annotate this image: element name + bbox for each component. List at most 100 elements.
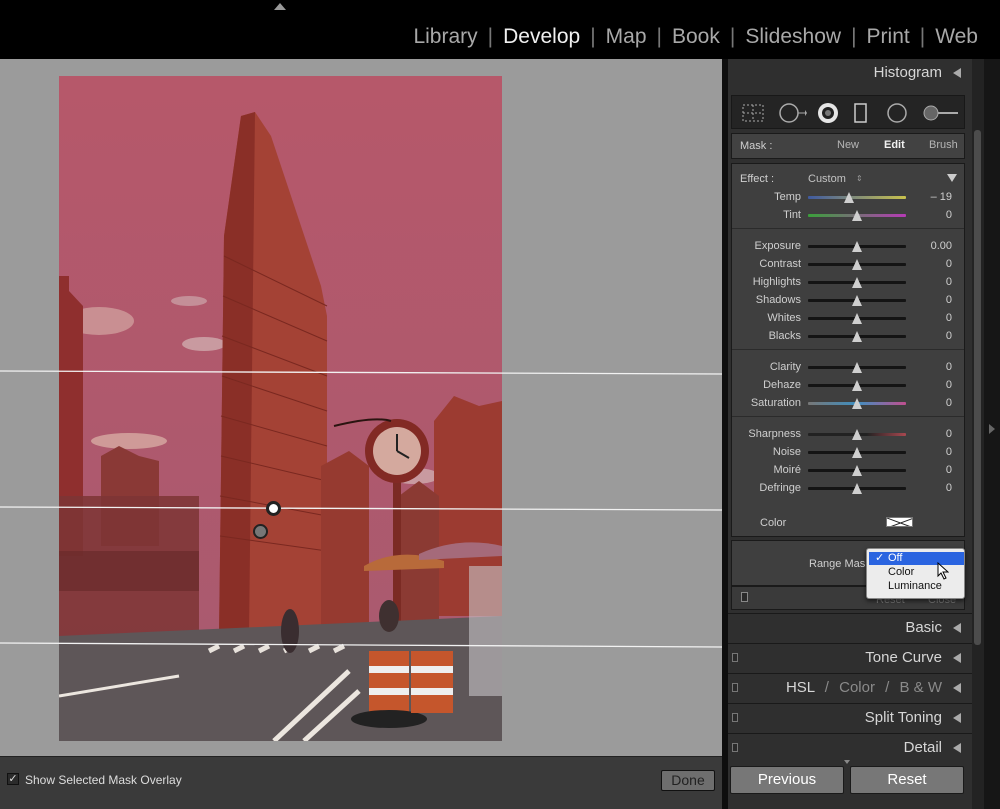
module-print[interactable]: Print [857, 25, 920, 49]
slider-tint[interactable]: Tint 0 [732, 209, 964, 223]
slider-saturation[interactable]: Saturation 0 [732, 397, 964, 411]
module-slideshow[interactable]: Slideshow [735, 25, 851, 49]
radial-filter-icon[interactable] [885, 103, 909, 125]
slider-value[interactable]: 0 [946, 361, 952, 373]
module-book[interactable]: Book [662, 25, 730, 49]
panel-scrollbar-thumb[interactable] [974, 130, 981, 645]
module-develop[interactable]: Develop [493, 25, 590, 49]
expand-split-toning-icon[interactable] [953, 713, 961, 723]
slider-value[interactable]: 0 [946, 330, 952, 342]
image-canvas[interactable] [0, 59, 722, 756]
slider-value[interactable]: 0 [946, 379, 952, 391]
slider-thumb[interactable] [852, 295, 862, 306]
slider-thumb[interactable] [852, 362, 862, 373]
slider-value[interactable]: 0 [946, 464, 952, 476]
tone-curve-switch[interactable] [732, 653, 738, 662]
slider-thumb[interactable] [852, 465, 862, 476]
collapse-histogram-icon[interactable] [953, 68, 961, 78]
mask-new-button[interactable]: New [837, 139, 859, 151]
module-library[interactable]: Library [403, 25, 487, 49]
show-mask-overlay-checkbox[interactable]: ✓ [7, 773, 19, 785]
gradient-center-pin[interactable] [266, 501, 281, 516]
gradient-top-guide[interactable] [0, 370, 722, 375]
color-tab[interactable]: Color [839, 679, 875, 696]
hsl-tab[interactable]: HSL [786, 679, 815, 696]
effect-menu-icon[interactable] [947, 174, 957, 182]
spot-removal-icon[interactable] [779, 103, 807, 123]
mask-brush-button[interactable]: Brush [929, 139, 958, 151]
hsl-switch[interactable] [732, 683, 738, 692]
bw-tab[interactable]: B & W [899, 679, 942, 696]
slider-defringe[interactable]: Defringe 0 [732, 482, 964, 496]
slider-thumb[interactable] [852, 277, 862, 288]
slider-thumb[interactable] [852, 483, 862, 494]
expand-detail-icon[interactable] [953, 743, 961, 753]
expand-tone-curve-icon[interactable] [953, 653, 961, 663]
reset-button[interactable]: Reset [850, 766, 964, 794]
split-toning-switch[interactable] [732, 713, 738, 722]
red-eye-icon[interactable] [816, 103, 840, 127]
slider-noise[interactable]: Noise 0 [732, 446, 964, 460]
slider-value[interactable]: 0 [946, 312, 952, 324]
range-mask-option-off[interactable]: ✓ Off [869, 552, 964, 565]
slider-thumb[interactable] [852, 313, 862, 324]
slider-thumb[interactable] [852, 331, 862, 342]
graduated-filter-icon[interactable] [853, 103, 869, 125]
detail-header[interactable]: Detail [728, 733, 972, 761]
done-button[interactable]: Done [661, 770, 715, 791]
slider-thumb[interactable] [852, 398, 862, 409]
slider-exposure[interactable]: Exposure 0.00 [732, 240, 964, 254]
slider-thumb[interactable] [852, 429, 862, 440]
mask-edit-button[interactable]: Edit [884, 139, 905, 151]
hsl-header[interactable]: HSL / Color / B & W [728, 673, 972, 701]
gradient-bottom-guide[interactable] [0, 642, 722, 648]
slider-value[interactable]: – 19 [931, 191, 952, 203]
slider-value[interactable]: 0 [946, 482, 952, 494]
collapse-right-panel-icon[interactable] [989, 424, 995, 434]
adjustment-brush-icon[interactable] [922, 103, 960, 125]
slider-whites[interactable]: Whites 0 [732, 312, 964, 326]
module-web[interactable]: Web [925, 25, 988, 49]
gradient-center-guide[interactable] [0, 506, 722, 511]
slider-thumb[interactable] [852, 241, 862, 252]
slider-moir[interactable]: Moiré 0 [732, 464, 964, 478]
panel-toggle-switch[interactable] [741, 592, 748, 602]
slider-temp[interactable]: Temp – 19 [732, 191, 964, 205]
slider-value[interactable]: 0 [946, 276, 952, 288]
slider-sharpness[interactable]: Sharpness 0 [732, 428, 964, 442]
slider-value[interactable]: 0 [946, 397, 952, 409]
slider-contrast[interactable]: Contrast 0 [732, 258, 964, 272]
slider-value[interactable]: 0 [946, 294, 952, 306]
slider-value[interactable]: 0 [946, 258, 952, 270]
slider-blacks[interactable]: Blacks 0 [732, 330, 964, 344]
range-mask-option-color[interactable]: Color [869, 566, 964, 579]
slider-track[interactable] [808, 196, 906, 199]
slider-dehaze[interactable]: Dehaze 0 [732, 379, 964, 393]
slider-thumb[interactable] [852, 380, 862, 391]
expand-hsl-icon[interactable] [953, 683, 961, 693]
slider-thumb[interactable] [844, 192, 855, 203]
effect-updown-icon[interactable]: ⇕ [856, 174, 863, 183]
show-mask-overlay-label[interactable]: Show Selected Mask Overlay [25, 773, 182, 787]
module-map[interactable]: Map [596, 25, 657, 49]
slider-thumb[interactable] [852, 447, 862, 458]
color-swatch[interactable] [886, 517, 913, 527]
graduated-filter-guides[interactable] [0, 59, 722, 756]
previous-button[interactable]: Previous [730, 766, 844, 794]
range-mask-dropdown[interactable]: ✓ Off Color Luminance [866, 548, 965, 599]
split-toning-header[interactable]: Split Toning [728, 703, 972, 731]
tone-curve-header[interactable]: Tone Curve [728, 643, 972, 671]
range-mask-option-luminance[interactable]: Luminance [869, 580, 964, 593]
slider-highlights[interactable]: Highlights 0 [732, 276, 964, 290]
slider-value[interactable]: 0 [946, 446, 952, 458]
slider-value[interactable]: 0.00 [931, 240, 952, 252]
basic-header[interactable]: Basic [728, 613, 972, 641]
collapse-top-panel-icon[interactable] [274, 3, 286, 10]
slider-thumb[interactable] [852, 210, 862, 221]
slider-thumb[interactable] [852, 259, 862, 270]
expand-basic-icon[interactable] [953, 623, 961, 633]
detail-switch[interactable] [732, 743, 738, 752]
effect-preset-select[interactable]: Custom [808, 173, 846, 185]
slider-clarity[interactable]: Clarity 0 [732, 361, 964, 375]
slider-value[interactable]: 0 [946, 428, 952, 440]
